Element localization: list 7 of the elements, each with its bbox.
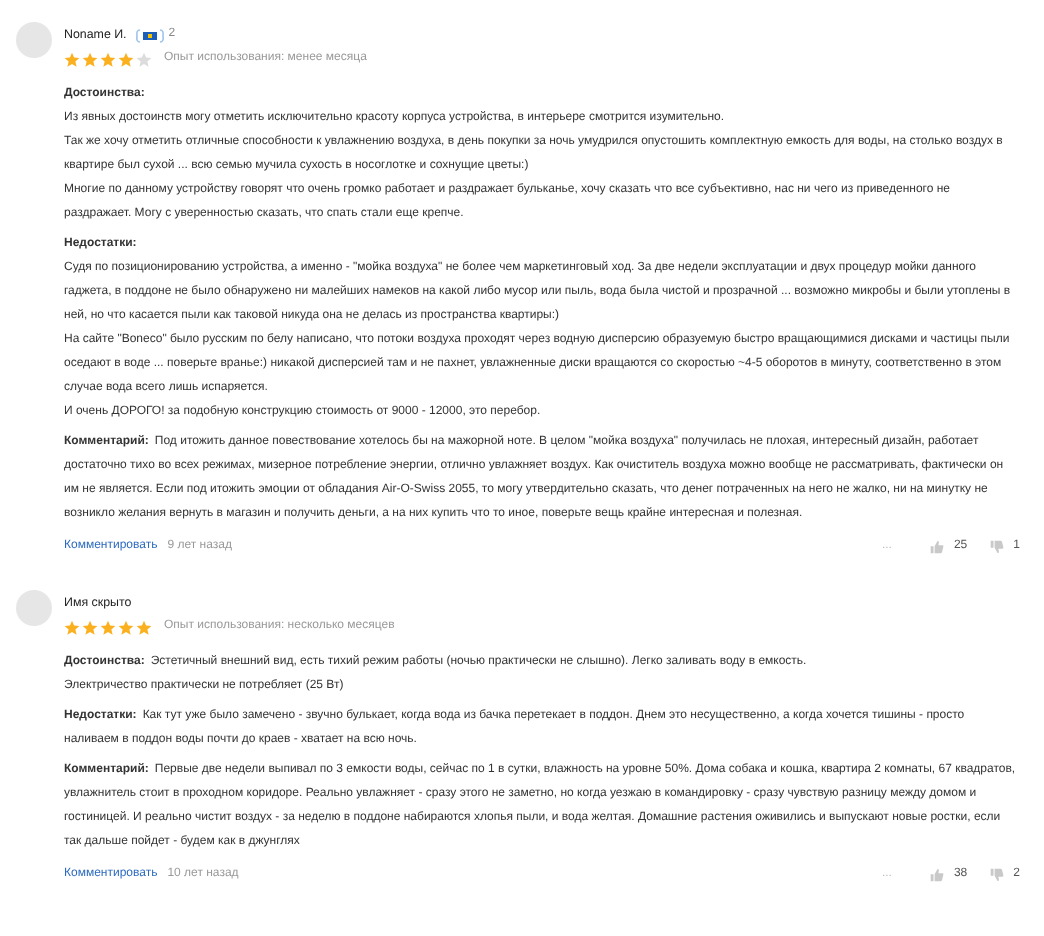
avatar-icon [16,590,52,626]
thumbs-up-icon[interactable] [929,867,944,881]
thumbs-down-icon[interactable] [989,867,1004,881]
thumbs-up-icon[interactable] [929,539,944,553]
thumbs-down-icon[interactable] [989,539,1004,553]
avatar-icon [16,22,52,58]
badge-icon [134,27,167,43]
